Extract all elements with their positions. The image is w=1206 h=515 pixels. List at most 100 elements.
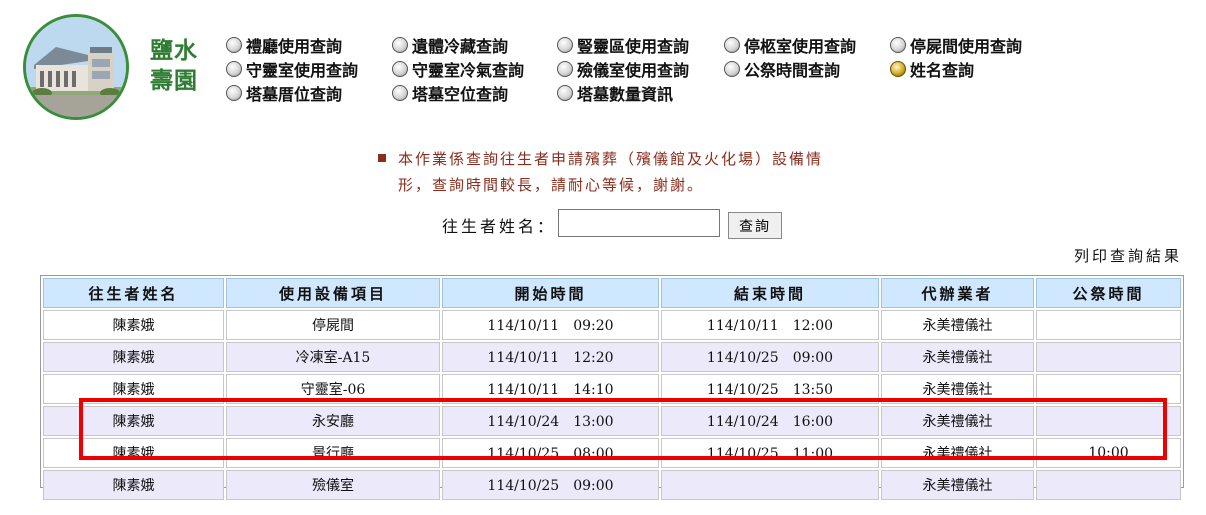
nav-option-coffin-room[interactable]: 停柩室使用查詢 (724, 34, 856, 56)
radio-icon[interactable] (724, 37, 740, 53)
cell-memorial-time (1036, 342, 1181, 372)
table-row: 陳素娥 殮儀室 114/10/25 09:00 永美禮儀社 (43, 470, 1181, 500)
column-header: 代辦業者 (881, 278, 1034, 308)
cell-memorial-time: 10:00 (1036, 438, 1181, 468)
nav-option-encoffining-room[interactable]: 殮儀室使用查詢 (557, 58, 689, 80)
cell-start: 114/10/11 14:10 (442, 374, 659, 404)
nav-option-hall-usage[interactable]: 禮廳使用查詢 (226, 34, 342, 56)
nav-option-tower-vacancy[interactable]: 塔墓空位查詢 (392, 82, 508, 104)
cell-name: 陳素娥 (43, 342, 224, 372)
search-button[interactable]: 查詢 (728, 212, 782, 239)
cell-agent: 永美禮儀社 (881, 310, 1034, 340)
cell-name: 陳素娥 (43, 310, 224, 340)
column-header: 開始時間 (442, 278, 659, 308)
cell-name: 陳素娥 (43, 406, 224, 436)
radio-icon[interactable] (557, 61, 573, 77)
cell-facility: 永安廳 (226, 406, 440, 436)
nav-option-spirit-area[interactable]: 豎靈區使用查詢 (557, 34, 689, 56)
cell-memorial-time (1036, 470, 1181, 500)
nav-option-memorial-time[interactable]: 公祭時間查詢 (724, 58, 840, 80)
nav-option-name-search[interactable]: 姓名查詢 (890, 58, 974, 80)
cell-start: 114/10/11 09:20 (442, 310, 659, 340)
nav-option-label: 遺體冷藏查詢 (412, 37, 509, 56)
cell-end (661, 470, 879, 500)
nav-option-vigil-aircon[interactable]: 守靈室冷氣查詢 (392, 58, 524, 80)
cell-start: 114/10/24 13:00 (442, 406, 659, 436)
cell-facility: 守靈室-06 (226, 374, 440, 404)
cell-memorial-time (1036, 374, 1181, 404)
nav-option-label: 停屍間使用查詢 (910, 37, 1023, 56)
print-results-link[interactable]: 列印查詢結果 (1074, 245, 1182, 266)
deceased-name-input[interactable] (558, 209, 720, 237)
logo-building-photo (23, 14, 129, 120)
nav-option-body-refrigeration[interactable]: 遺體冷藏查詢 (392, 34, 508, 56)
nav-option-label: 禮廳使用查詢 (246, 37, 343, 56)
nav-option-label: 公祭時間查詢 (744, 61, 841, 80)
cell-agent: 永美禮儀社 (881, 470, 1034, 500)
nav-option-label: 姓名查詢 (910, 61, 975, 80)
results-table: 往生者姓名 使用設備項目 開始時間 結束時間 代辦業者 公祭時間 陳素娥 停屍間… (41, 276, 1183, 502)
bullet-icon (378, 154, 386, 162)
radio-selected-icon[interactable] (890, 61, 906, 77)
radio-icon[interactable] (557, 37, 573, 53)
cell-start: 114/10/25 08:00 (442, 438, 659, 468)
cell-end: 114/10/25 09:00 (661, 342, 879, 372)
column-header: 往生者姓名 (43, 278, 224, 308)
site-brand: 鹽水 壽園 (150, 36, 206, 96)
nav-option-label: 守靈室使用查詢 (246, 61, 359, 80)
cell-name: 陳素娥 (43, 374, 224, 404)
column-header: 公祭時間 (1036, 278, 1181, 308)
radio-icon[interactable] (226, 61, 242, 77)
search-label: 往生者姓名： (442, 217, 557, 236)
table-row: 陳素娥 冷凍室-A15 114/10/11 12:20 114/10/25 09… (43, 342, 1181, 372)
nav-option-label: 塔墓厝位查詢 (246, 85, 343, 104)
radio-icon[interactable] (392, 85, 408, 101)
cell-facility: 冷凍室-A15 (226, 342, 440, 372)
cell-end: 114/10/11 12:00 (661, 310, 879, 340)
cell-name: 陳素娥 (43, 470, 224, 500)
radio-icon[interactable] (890, 37, 906, 53)
results-table-container: 往生者姓名 使用設備項目 開始時間 結束時間 代辦業者 公祭時間 陳素娥 停屍間… (40, 275, 1184, 500)
nav-option-vigil-room[interactable]: 守靈室使用查詢 (226, 58, 358, 80)
cell-agent: 永美禮儀社 (881, 342, 1034, 372)
cell-facility: 殮儀室 (226, 470, 440, 500)
column-header: 使用設備項目 (226, 278, 440, 308)
cell-end: 114/10/24 16:00 (661, 406, 879, 436)
table-row: 陳素娥 守靈室-06 114/10/11 14:10 114/10/25 13:… (43, 374, 1181, 404)
nav-option-morgue[interactable]: 停屍間使用查詢 (890, 34, 1022, 56)
cell-facility: 景行廳 (226, 438, 440, 468)
radio-icon[interactable] (724, 61, 740, 77)
radio-icon[interactable] (392, 37, 408, 53)
table-row: 陳素娥 停屍間 114/10/11 09:20 114/10/11 12:00 … (43, 310, 1181, 340)
cell-name: 陳素娥 (43, 438, 224, 468)
cell-agent: 永美禮儀社 (881, 406, 1034, 436)
radio-icon[interactable] (557, 85, 573, 101)
table-row: 陳素娥 永安廳 114/10/24 13:00 114/10/24 16:00 … (43, 406, 1181, 436)
notice-text: 本作業係查詢往生者申請殯葬（殯儀館及火化場）設備情 形，查詢時間較長，請耐心等候… (398, 146, 858, 198)
nav-option-label: 守靈室冷氣查詢 (412, 61, 525, 80)
nav-option-tower-count[interactable]: 塔墓數量資訊 (557, 82, 673, 104)
nav-option-label: 塔墓數量資訊 (577, 85, 674, 104)
cell-start: 114/10/11 12:20 (442, 342, 659, 372)
brand-line-1: 鹽水 (150, 37, 198, 64)
radio-icon[interactable] (392, 61, 408, 77)
cell-end: 114/10/25 13:50 (661, 374, 879, 404)
cell-memorial-time (1036, 406, 1181, 436)
table-header-row: 往生者姓名 使用設備項目 開始時間 結束時間 代辦業者 公祭時間 (43, 278, 1181, 308)
brand-line-2: 壽園 (150, 67, 198, 94)
cell-start: 114/10/25 09:00 (442, 470, 659, 500)
nav-option-label: 豎靈區使用查詢 (577, 37, 690, 56)
column-header: 結束時間 (661, 278, 879, 308)
nav-option-label: 停柩室使用查詢 (744, 37, 857, 56)
cell-memorial-time (1036, 310, 1181, 340)
radio-icon[interactable] (226, 37, 242, 53)
notice-line-2: 形，查詢時間較長，請耐心等候，謝謝。 (398, 176, 705, 194)
notice-line-1: 本作業係查詢往生者申請殯葬（殯儀館及火化場）設備情 (398, 150, 824, 168)
nav-option-tower-slot[interactable]: 塔墓厝位查詢 (226, 82, 342, 104)
cell-facility: 停屍間 (226, 310, 440, 340)
cell-end: 114/10/25 11:00 (661, 438, 879, 468)
radio-icon[interactable] (226, 85, 242, 101)
nav-option-label: 塔墓空位查詢 (412, 85, 509, 104)
cell-agent: 永美禮儀社 (881, 374, 1034, 404)
nav-option-label: 殮儀室使用查詢 (577, 61, 690, 80)
